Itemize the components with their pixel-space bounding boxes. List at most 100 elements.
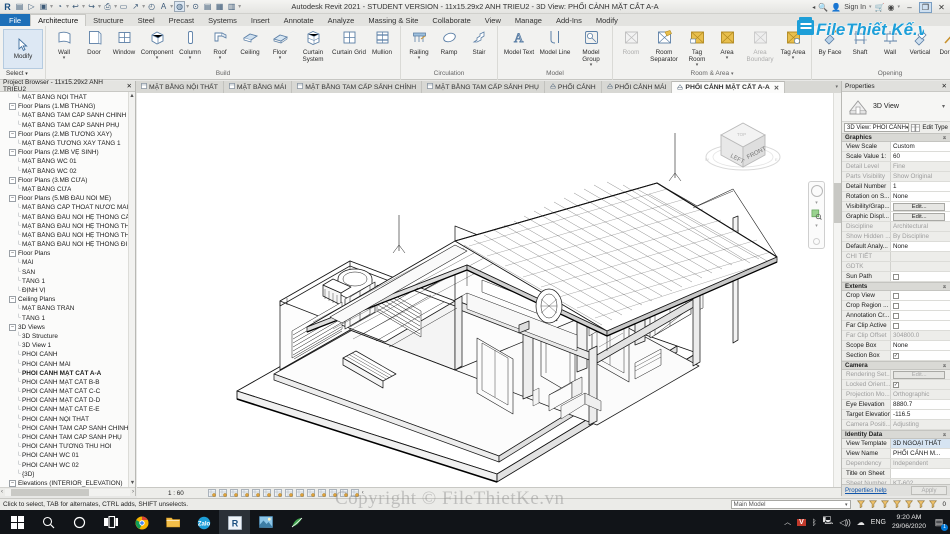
ribbon-button-model-group[interactable]: Model Group ▾ (573, 28, 609, 68)
property-value-cell[interactable]: Orthographic (890, 390, 950, 399)
collapse-toggle-icon[interactable]: − (9, 250, 16, 258)
view-scale-label[interactable]: 1 : 60 (168, 490, 184, 497)
dropdown-caret-icon[interactable]: ▾ (590, 63, 593, 68)
property-checkbox[interactable] (893, 322, 899, 329)
ribbon-tab-file[interactable]: File (0, 14, 31, 26)
view-cube[interactable]: LEFT FRONT TOP W E (697, 107, 789, 179)
switch-windows-icon[interactable]: ▥ (226, 1, 237, 12)
browser-view-node[interactable]: └ PHỐI CẢNH TAM CẤP SẢNH CHÍNH (0, 424, 135, 433)
restore-button[interactable]: ❐ (919, 1, 932, 13)
property-row[interactable]: Section Box ✓ (842, 351, 950, 361)
property-value-cell[interactable]: Edit... (890, 212, 950, 221)
property-row[interactable]: Show Hidden ... By Discipline (842, 232, 950, 242)
property-value-cell[interactable] (890, 321, 950, 330)
section-icon[interactable]: ⊙ (190, 1, 201, 12)
browser-view-node[interactable]: └ ĐỊNH VỊ (0, 286, 135, 295)
redo-icon[interactable]: ↪ (86, 1, 97, 12)
print-icon[interactable]: ⎙ (102, 1, 113, 12)
collapse-toggle-icon[interactable]: − (9, 296, 16, 304)
ribbon-button-wall[interactable]: Wall (875, 28, 905, 56)
taskbar-file-explorer-icon[interactable] (157, 510, 188, 534)
visual-style-icon[interactable] (218, 489, 227, 497)
ribbon-button-tag-area[interactable]: Tag Area ▾ (778, 28, 808, 61)
vcbar-expand-icon[interactable]: ‹ (362, 490, 364, 496)
modify-button[interactable]: Modify (3, 28, 43, 69)
properties-section-header[interactable]: Camera ⌅ (842, 361, 950, 370)
autodesk-app-store-caret[interactable]: ▾ (869, 4, 872, 10)
property-row[interactable]: View Scale Custom (842, 142, 950, 152)
app-store-icon[interactable]: 🛒 (875, 3, 885, 12)
view-tab-m-t-b-ng-m-i[interactable]: MẶT BẰNG MÁI (224, 81, 293, 93)
property-row[interactable]: Title on Sheet (842, 469, 950, 479)
property-edit-button[interactable]: Edit... (893, 202, 946, 211)
properties-scroll-area[interactable]: Graphics ⌅ View Scale Custom Scale Value 1… (842, 133, 950, 484)
property-value-cell[interactable]: KT-602 (890, 479, 950, 484)
revit-logo[interactable]: R (2, 1, 13, 12)
ribbon-button-railing[interactable]: Railing ▾ (404, 28, 434, 61)
taskbar-zalo-icon[interactable]: Zalo (188, 510, 219, 534)
default-3d-view-icon[interactable]: ◍ (174, 1, 186, 12)
property-checkbox[interactable] (893, 292, 899, 299)
ribbon-button-model-line[interactable]: Model Line (537, 28, 573, 56)
hscroll-thumb[interactable] (11, 488, 89, 496)
sign-in-label[interactable]: Sign In (844, 4, 866, 11)
ribbon-button-column[interactable]: Column ▾ (175, 28, 205, 61)
canvas-vertical-scrollbar[interactable] (833, 93, 841, 487)
save-as-icon[interactable]: ◔ (54, 1, 65, 12)
undo-icon[interactable]: ↩ (70, 1, 81, 12)
open-icon[interactable]: ▷ (26, 1, 37, 12)
property-value-cell[interactable]: None (890, 192, 950, 201)
dropdown-caret-icon[interactable]: ▾ (186, 3, 189, 10)
3d-view-canvas[interactable]: LEFT FRONT TOP W E ▾ ▾ (137, 93, 841, 487)
browser-view-node[interactable]: └ MẶT BẰNG TRẦN (0, 304, 135, 313)
property-row[interactable]: Visibility/Grap... Edit... (842, 202, 950, 212)
filter-icon[interactable] (928, 500, 937, 510)
browser-view-node[interactable]: └ {3D} (0, 470, 135, 479)
show-crop-region-icon[interactable] (273, 489, 282, 497)
property-value-cell[interactable] (890, 291, 950, 300)
property-row[interactable]: Far Clip Offset 304800.0 (842, 331, 950, 341)
ribbon-button-window[interactable]: Window (109, 28, 139, 56)
ribbon-tab-architecture[interactable]: Architecture (30, 14, 87, 26)
language-indicator[interactable]: ENG (871, 519, 886, 526)
ribbon-tab-structure[interactable]: Structure (86, 14, 130, 26)
navigation-bar[interactable]: ▾ ▾ (808, 181, 825, 249)
taskbar-revit-icon[interactable]: R (219, 510, 250, 534)
ribbon-button-stair[interactable]: Stair (464, 28, 494, 56)
browser-view-node[interactable]: └ MẶT BẰNG ĐẦU NỐI HỆ THỐNG TH (0, 222, 135, 231)
ribbon-button-area[interactable]: Area ▾ (712, 28, 742, 61)
hscroll-right-icon[interactable]: › (131, 489, 135, 495)
canvas-scroll-thumb[interactable] (834, 183, 841, 223)
reveal-constraints-icon[interactable] (339, 489, 348, 497)
scroll-up-icon[interactable]: ▲ (129, 92, 135, 100)
search-box-icon[interactable]: ◂ (812, 4, 815, 11)
browser-group-node[interactable]: − Ceiling Plans (0, 295, 135, 304)
ribbon-tab-collaborate[interactable]: Collaborate (425, 14, 477, 26)
property-row[interactable]: Far Clip Active (842, 321, 950, 331)
property-value-cell[interactable]: Fine (890, 162, 950, 171)
aligned-dimension-icon[interactable]: ↗ (130, 1, 141, 12)
property-row[interactable]: Target Elevation -116.5 (842, 410, 950, 420)
property-value-cell[interactable] (890, 262, 950, 271)
close-hidden-windows-icon[interactable]: ▦ (214, 1, 225, 12)
browser-group-node[interactable]: − Floor Plans (1.MB THANG) (0, 102, 135, 111)
collapse-toggle-icon[interactable]: − (9, 103, 16, 111)
browser-group-node[interactable]: − Floor Plans (2.MB TƯỜNG XÂY) (0, 130, 135, 139)
property-value-cell[interactable]: Edit... (890, 370, 950, 379)
type-selector-combobox[interactable]: 3D View: PHỐI CẢNH ▾ (844, 123, 910, 132)
ribbon-button-dormer[interactable]: Dormer (935, 28, 950, 56)
view-tab-ph-i-c-nh[interactable]: PHỐI CẢNH (545, 81, 602, 93)
browser-view-node[interactable]: └ MẶT BẰNG CỬA (0, 185, 135, 194)
hscroll-track[interactable] (5, 488, 130, 496)
view-tab-ph-i-c-nh-m-i[interactable]: PHỐI CẢNH MÁI (602, 81, 673, 93)
wheel-caret-icon[interactable]: ▾ (815, 200, 818, 206)
browser-view-node[interactable]: └ MẶT BẰNG NỘI THẤT (0, 93, 135, 102)
property-checkbox[interactable]: ✓ (893, 352, 899, 359)
browser-view-node[interactable]: └ SÂN (0, 268, 135, 277)
view-tab-m-t-b-ng-tam-c-p-s-nh-ch-nh[interactable]: MẶT BẰNG TAM CẤP SẢNH CHÍNH (292, 81, 423, 93)
ribbon-button-roof[interactable]: Roof ▾ (205, 28, 235, 61)
render-showcase-icon[interactable] (251, 489, 260, 497)
ribbon-tab-annotate[interactable]: Annotate (277, 14, 321, 26)
property-row[interactable]: Projection Mo... Orthographic (842, 390, 950, 400)
property-row[interactable]: Parts Visibility Show Original (842, 172, 950, 182)
